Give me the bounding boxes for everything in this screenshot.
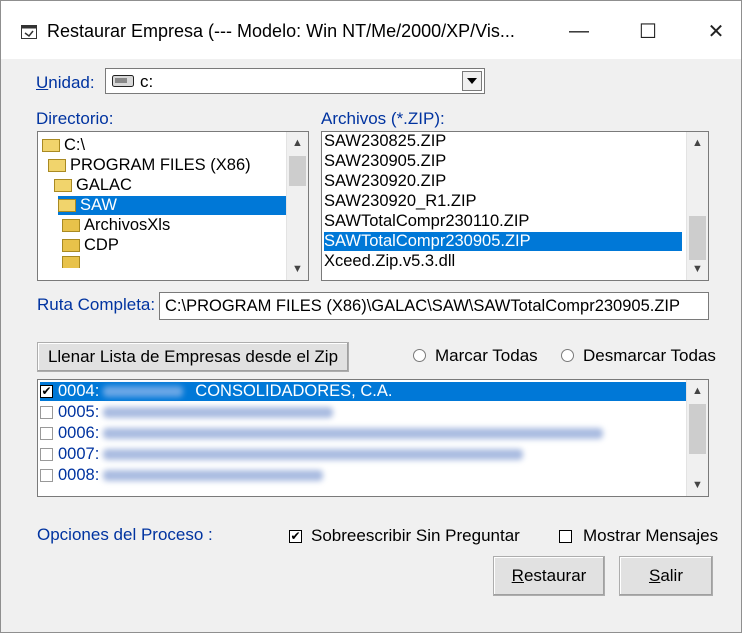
- opciones-label: Opciones del Proceso :: [37, 525, 213, 544]
- folder-icon: [62, 219, 80, 232]
- scroll-up-icon[interactable]: ▲: [687, 132, 708, 154]
- empresa-checkbox[interactable]: [40, 469, 53, 482]
- empresa-checkbox-checked[interactable]: ✔: [40, 385, 53, 398]
- redacted-text: [103, 428, 604, 439]
- empresa-code: 0007:: [58, 445, 100, 463]
- chevron-down-icon[interactable]: [462, 71, 482, 91]
- folder-open-icon: [58, 199, 76, 212]
- sobreescribir-checkbox[interactable]: ✔: [289, 530, 302, 543]
- restaurar-button[interactable]: Restaurar: [493, 556, 605, 596]
- empresa-code: 0008:: [58, 466, 100, 484]
- restaurar-label-rest: estaurar: [523, 566, 587, 585]
- sobreescribir-label: Sobreescribir Sin Preguntar: [311, 526, 520, 545]
- close-button[interactable]: ✕: [693, 11, 739, 51]
- scroll-down-icon[interactable]: ▼: [687, 258, 708, 280]
- drive-icon: [112, 75, 134, 87]
- directorio-scrollbar[interactable]: ▲ ▼: [286, 132, 308, 280]
- minimize-button[interactable]: —: [556, 11, 602, 51]
- empresa-row[interactable]: 0007:: [40, 445, 524, 464]
- dir-item-cdp[interactable]: CDP: [62, 236, 119, 255]
- empresa-checkbox[interactable]: [40, 427, 53, 440]
- folder-icon: [62, 239, 80, 252]
- desmarcar-todas-label: Desmarcar Todas: [583, 346, 716, 365]
- directorio-label: Directorio:: [36, 109, 114, 128]
- scroll-down-icon[interactable]: ▼: [287, 258, 308, 280]
- unidad-label: Unidad:: [36, 73, 95, 92]
- empresa-name: CONSOLIDADORES, C.A.: [195, 382, 393, 400]
- archivos-scrollbar[interactable]: ▲ ▼: [686, 132, 708, 280]
- scroll-thumb[interactable]: [689, 404, 706, 454]
- dir-item-root[interactable]: C:\: [42, 136, 85, 155]
- marcar-todas-label: Marcar Todas: [435, 346, 538, 365]
- scroll-thumb[interactable]: [289, 156, 306, 186]
- empresa-row[interactable]: 0008:: [40, 466, 324, 485]
- file-item[interactable]: SAW230825.ZIP: [324, 132, 446, 151]
- dir-item-saw[interactable]: SAW: [58, 196, 286, 215]
- llenar-lista-button[interactable]: Llenar Lista de Empresas desde el Zip: [37, 342, 349, 372]
- scroll-down-icon[interactable]: ▼: [687, 474, 708, 496]
- scroll-up-icon[interactable]: ▲: [687, 380, 708, 402]
- dir-item-label: PROGRAM FILES (X86): [70, 156, 251, 174]
- folder-icon: [62, 256, 80, 268]
- dir-item-label: C:\: [64, 136, 86, 154]
- redacted-text: [103, 470, 324, 481]
- ruta-completa-field[interactable]: C:\PROGRAM FILES (X86)\GALAC\SAW\SAWTota…: [159, 292, 709, 320]
- empresa-row[interactable]: ✔ 0004: CONSOLIDADORES, C.A.: [40, 382, 686, 401]
- maximize-button[interactable]: ☐: [625, 11, 671, 51]
- scroll-thumb[interactable]: [689, 216, 706, 260]
- empresas-listbox[interactable]: ✔ 0004: CONSOLIDADORES, C.A. 0005: 0006:…: [37, 379, 709, 497]
- mostrar-mensajes-checkbox[interactable]: [559, 530, 572, 543]
- dir-item-archivosxls[interactable]: ArchivosXls: [62, 216, 170, 235]
- empresa-checkbox[interactable]: [40, 448, 53, 461]
- salir-label-rest: alir: [660, 566, 683, 585]
- scroll-up-icon[interactable]: ▲: [287, 132, 308, 154]
- desmarcar-todas-radio[interactable]: [561, 349, 574, 362]
- empresas-scrollbar[interactable]: ▲ ▼: [686, 380, 708, 496]
- folder-open-icon: [42, 139, 60, 152]
- directorio-listbox[interactable]: C:\ PROGRAM FILES (X86) GALAC SAW Archiv…: [37, 131, 309, 281]
- dir-item-label: SAW: [80, 196, 117, 214]
- ruta-label: Ruta Completa:: [37, 295, 156, 314]
- dir-item-label: ArchivosXls: [84, 216, 171, 234]
- file-item-selected[interactable]: SAWTotalCompr230905.ZIP: [324, 232, 682, 251]
- restaurar-mnemonic: R: [511, 566, 524, 585]
- file-item[interactable]: SAW230920.ZIP: [324, 172, 446, 191]
- restaurar-empresa-window: Restaurar Empresa (--- Modelo: Win NT/Me…: [0, 0, 742, 633]
- empresa-row[interactable]: 0006:: [40, 424, 604, 443]
- marcar-todas-radio[interactable]: [413, 349, 426, 362]
- empresa-code: 0004:: [58, 382, 100, 400]
- dir-item-label: GALAC: [76, 176, 132, 194]
- file-item[interactable]: Xceed.Zip.v5.3.dll: [324, 252, 455, 271]
- redacted-text: [103, 407, 334, 418]
- empresa-row[interactable]: 0005:: [40, 403, 334, 422]
- archivos-listbox[interactable]: SAW230825.ZIP SAW230905.ZIP SAW230920.ZI…: [321, 131, 709, 281]
- empresa-checkbox[interactable]: [40, 406, 53, 419]
- redacted-text: [103, 449, 524, 460]
- empresa-code: 0005:: [58, 403, 100, 421]
- unidad-value: c:: [140, 72, 154, 91]
- title-bar: Restaurar Empresa (--- Modelo: Win NT/Me…: [1, 1, 741, 59]
- dir-item-galac[interactable]: GALAC: [54, 176, 132, 195]
- archivos-label: Archivos (*.ZIP):: [321, 109, 445, 128]
- window-title: Restaurar Empresa (--- Modelo: Win NT/Me…: [47, 21, 515, 41]
- folder-open-icon: [48, 159, 66, 172]
- file-item[interactable]: SAW230905.ZIP: [324, 152, 446, 171]
- dir-item-partial: [62, 256, 84, 268]
- salir-mnemonic: S: [648, 566, 661, 585]
- file-item[interactable]: SAW230920_R1.ZIP: [324, 192, 477, 211]
- mostrar-mensajes-label: Mostrar Mensajes: [583, 526, 719, 545]
- file-item[interactable]: SAWTotalCompr230110.ZIP: [324, 212, 529, 231]
- folder-open-icon: [54, 179, 72, 192]
- unidad-combobox[interactable]: c:: [105, 68, 485, 94]
- app-icon: [21, 25, 37, 39]
- dir-item-label: CDP: [84, 236, 119, 254]
- dir-item-program-files[interactable]: PROGRAM FILES (X86): [48, 156, 251, 175]
- empresa-code: 0006:: [58, 424, 100, 442]
- salir-button[interactable]: Salir: [619, 556, 713, 596]
- unidad-label-rest: nidad:: [48, 73, 95, 92]
- redacted-text: [103, 386, 184, 397]
